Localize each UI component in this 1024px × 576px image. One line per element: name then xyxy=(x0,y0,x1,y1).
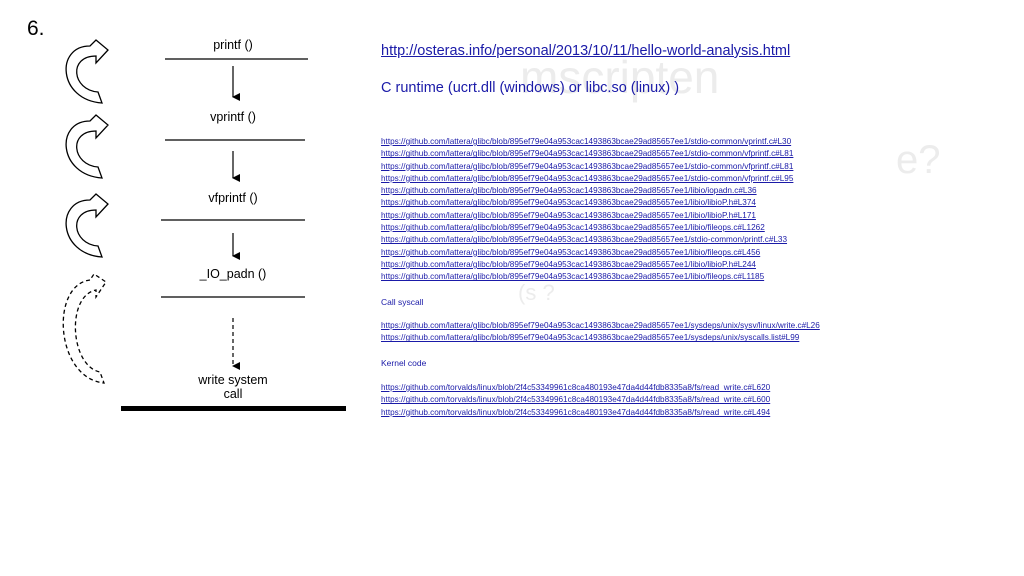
list-item: https://github.com/torvalds/linux/blob/2… xyxy=(381,407,770,419)
glibc-link[interactable]: https://github.com/lattera/glibc/blob/89… xyxy=(381,137,791,146)
kernel-boundary-bar xyxy=(121,406,346,411)
list-item: https://github.com/lattera/glibc/blob/89… xyxy=(381,210,793,222)
curved-arrow-icon xyxy=(65,193,109,258)
curved-arrow-icon xyxy=(65,39,109,104)
list-item: https://github.com/lattera/glibc/blob/89… xyxy=(381,259,793,271)
list-item: https://github.com/lattera/glibc/blob/89… xyxy=(381,161,793,173)
glibc-link[interactable]: https://github.com/lattera/glibc/blob/89… xyxy=(381,174,793,183)
glibc-link[interactable]: https://github.com/lattera/glibc/blob/89… xyxy=(381,248,760,257)
step-write-system: write system xyxy=(197,373,267,387)
kernel-link[interactable]: https://github.com/torvalds/linux/blob/2… xyxy=(381,395,770,404)
dashed-curved-arrow-icon xyxy=(62,273,107,384)
list-item: https://github.com/lattera/glibc/blob/89… xyxy=(381,247,793,259)
list-item: https://github.com/torvalds/linux/blob/2… xyxy=(381,382,770,394)
runtime-text: C runtime (ucrt.dll (windows) or libc.so… xyxy=(381,80,680,96)
watermark-text: e? xyxy=(896,138,941,182)
syscall-label: Call syscall xyxy=(381,297,424,307)
syscall-link[interactable]: https://github.com/lattera/glibc/blob/89… xyxy=(381,321,820,330)
kernel-link[interactable]: https://github.com/torvalds/linux/blob/2… xyxy=(381,383,770,392)
syscall-link[interactable]: https://github.com/lattera/glibc/blob/89… xyxy=(381,333,799,342)
watermark-text: (s ? xyxy=(518,280,555,305)
list-item: https://github.com/lattera/glibc/blob/89… xyxy=(381,332,820,344)
list-item: https://github.com/lattera/glibc/blob/89… xyxy=(381,320,820,332)
kernel-link-list: https://github.com/torvalds/linux/blob/2… xyxy=(381,382,770,419)
list-item: https://github.com/lattera/glibc/blob/89… xyxy=(381,222,793,234)
glibc-link-list: https://github.com/lattera/glibc/blob/89… xyxy=(381,136,793,284)
glibc-link[interactable]: https://github.com/lattera/glibc/blob/89… xyxy=(381,260,756,269)
list-item: https://github.com/lattera/glibc/blob/89… xyxy=(381,271,793,283)
list-item: https://github.com/lattera/glibc/blob/89… xyxy=(381,173,793,185)
step-io-padn: _IO_padn () xyxy=(199,267,267,281)
kernel-label: Kernel code xyxy=(381,358,427,368)
glibc-link[interactable]: https://github.com/lattera/glibc/blob/89… xyxy=(381,198,756,207)
kernel-link[interactable]: https://github.com/torvalds/linux/blob/2… xyxy=(381,408,770,417)
glibc-link[interactable]: https://github.com/lattera/glibc/blob/89… xyxy=(381,162,793,171)
call-chain-diagram: printf () vprintf () vfprintf () _IO_pad… xyxy=(62,38,346,411)
list-item: https://github.com/lattera/glibc/blob/89… xyxy=(381,185,793,197)
list-item: https://github.com/lattera/glibc/blob/89… xyxy=(381,197,793,209)
glibc-link[interactable]: https://github.com/lattera/glibc/blob/89… xyxy=(381,235,787,244)
main-link[interactable]: http://osteras.info/personal/2013/10/11/… xyxy=(381,43,790,59)
step-vfprintf: vfprintf () xyxy=(208,191,257,205)
glibc-link[interactable]: https://github.com/lattera/glibc/blob/89… xyxy=(381,223,765,232)
step-call: call xyxy=(224,387,243,401)
syscall-link-list: https://github.com/lattera/glibc/blob/89… xyxy=(381,320,820,345)
glibc-link[interactable]: https://github.com/lattera/glibc/blob/89… xyxy=(381,186,757,195)
glibc-link[interactable]: https://github.com/lattera/glibc/blob/89… xyxy=(381,272,764,281)
glibc-link[interactable]: https://github.com/lattera/glibc/blob/89… xyxy=(381,149,793,158)
glibc-link[interactable]: https://github.com/lattera/glibc/blob/89… xyxy=(381,211,756,220)
step-vprintf: vprintf () xyxy=(210,110,256,124)
list-item: https://github.com/lattera/glibc/blob/89… xyxy=(381,148,793,160)
step-printf: printf () xyxy=(213,38,253,52)
list-item: https://github.com/lattera/glibc/blob/89… xyxy=(381,136,793,148)
curved-arrow-icon xyxy=(65,114,109,179)
list-item: https://github.com/torvalds/linux/blob/2… xyxy=(381,394,770,406)
list-item: https://github.com/lattera/glibc/blob/89… xyxy=(381,234,793,246)
